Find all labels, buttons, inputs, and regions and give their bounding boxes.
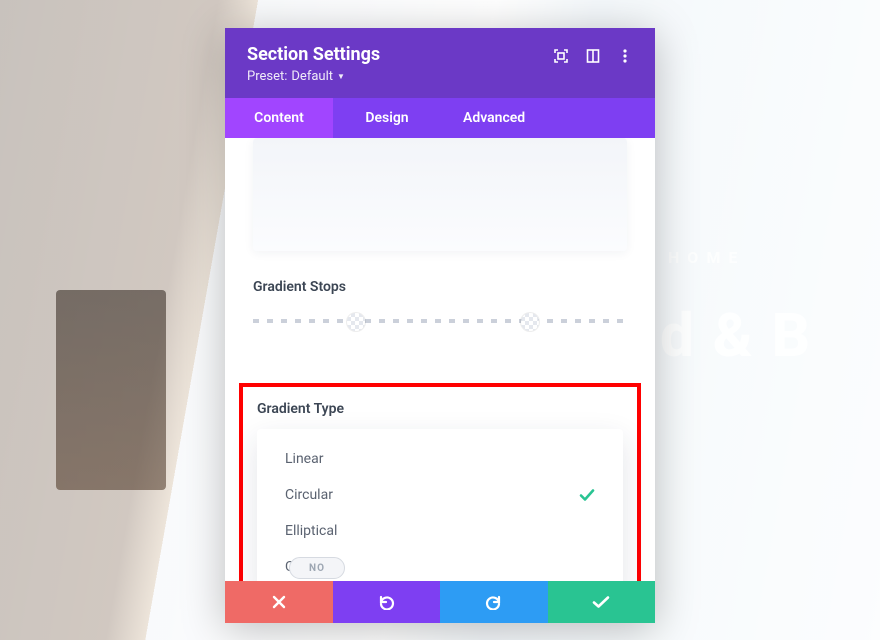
responsive-icon[interactable] — [585, 48, 601, 64]
save-button[interactable] — [548, 581, 656, 623]
gradient-stop-handle-1[interactable] — [347, 313, 365, 331]
background-tagline: HOME — [668, 248, 745, 267]
gradient-track-line — [253, 319, 627, 323]
panel-header: Section Settings Preset: Default ▼ — [225, 28, 655, 98]
expand-icon[interactable] — [553, 48, 569, 64]
gradient-preview — [253, 138, 627, 251]
background-headline: d & B — [660, 300, 812, 371]
check-icon — [579, 488, 595, 502]
option-label: Linear — [285, 451, 323, 467]
tab-bar: Content Design Advanced — [225, 98, 655, 138]
undo-icon — [377, 594, 395, 610]
gradient-stop-handle-2[interactable] — [521, 313, 539, 331]
redo-button[interactable] — [440, 581, 548, 623]
gradient-stops-label: Gradient Stops — [253, 279, 627, 295]
settings-panel: Section Settings Preset: Default ▼ — [225, 28, 655, 623]
tab-content[interactable]: Content — [225, 98, 333, 138]
cancel-button[interactable] — [225, 581, 333, 623]
tab-advanced[interactable]: Advanced — [441, 98, 655, 138]
close-icon — [272, 595, 286, 609]
gradient-type-option-elliptical[interactable]: Elliptical — [257, 513, 623, 549]
undo-button[interactable] — [333, 581, 441, 623]
tab-design[interactable]: Design — [333, 98, 441, 138]
gradient-type-option-circular[interactable]: Circular — [257, 477, 623, 513]
gradient-stops-track[interactable] — [253, 311, 627, 331]
preset-name: Default — [291, 69, 333, 84]
panel-title: Section Settings — [247, 44, 380, 65]
redo-icon — [485, 594, 503, 610]
option-label: Elliptical — [285, 523, 337, 539]
panel-body: Gradient Stops Gradient Type Linear Circ… — [225, 138, 655, 581]
check-icon — [592, 595, 610, 609]
gradient-type-highlight: Gradient Type Linear Circular Elliptical… — [239, 383, 641, 581]
more-menu-icon[interactable] — [617, 48, 633, 64]
gradient-type-label: Gradient Type — [257, 401, 623, 417]
caret-down-icon: ▼ — [337, 72, 345, 81]
gradient-type-option-linear[interactable]: Linear — [257, 441, 623, 477]
panel-footer — [225, 581, 655, 623]
toggle-no[interactable]: NO — [289, 557, 345, 579]
preset-prefix: Preset: — [247, 69, 287, 84]
option-label: Circular — [285, 487, 333, 503]
background-furniture — [56, 290, 166, 490]
preset-selector[interactable]: Preset: Default ▼ — [247, 69, 380, 84]
